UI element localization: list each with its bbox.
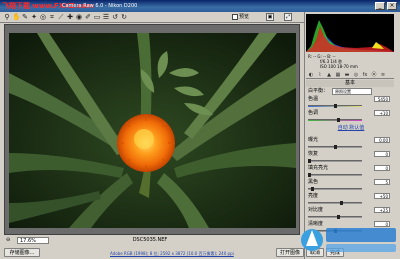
slider-thumb[interactable] — [337, 215, 340, 219]
minimize-button[interactable]: _ — [375, 2, 385, 10]
slider-track[interactable] — [308, 160, 362, 162]
tab-basic-icon[interactable]: ◐ — [307, 71, 315, 79]
red-eye-icon[interactable]: ◉ — [75, 13, 83, 21]
flower-photo — [9, 33, 296, 228]
site-logo: 飞翔下载 www.FXXZ.com — [2, 2, 94, 10]
tab-camera-calibration-icon[interactable]: ⦿ — [370, 71, 378, 79]
slider-thumb[interactable] — [308, 159, 311, 163]
preview-image[interactable] — [9, 33, 296, 228]
slider-thumb[interactable] — [334, 145, 337, 149]
preview-label: 预览 — [239, 14, 250, 20]
slider-label: 黑色 — [308, 179, 319, 185]
slider-thumb[interactable] — [308, 173, 311, 177]
slider-track[interactable] — [308, 174, 362, 176]
slider-thumb[interactable] — [340, 201, 343, 205]
window-title: Camera Raw 6.0 - Nikon D200 — [62, 3, 138, 9]
default-values-link[interactable]: 默认值 — [349, 125, 364, 131]
iso-readout: ISO 100 18-70 mm — [320, 64, 358, 69]
zoom-select[interactable]: 17.6% — [17, 237, 49, 244]
tab-lens-icon[interactable]: ◎ — [352, 71, 360, 79]
slider-track[interactable] — [308, 202, 362, 204]
auto-link[interactable]: 自动 — [338, 125, 348, 131]
graduated-filter-icon[interactable]: ▭ — [93, 13, 101, 21]
slider-track[interactable] — [308, 216, 362, 218]
slider-label: 亮度 — [308, 193, 319, 199]
spot-removal-icon[interactable]: ✚ — [66, 13, 74, 21]
slider-value-field[interactable]: 5450 — [374, 96, 390, 102]
slider-thumb[interactable] — [334, 104, 337, 108]
rotate-right-icon[interactable]: ↻ — [120, 13, 128, 21]
color-sampler-icon[interactable]: ✦ — [30, 13, 38, 21]
tab-hsl-icon[interactable]: ▦ — [334, 71, 342, 79]
shadow-clip-icon[interactable]: ▣ — [266, 13, 274, 21]
tab-detail-icon[interactable]: ▲ — [325, 71, 333, 79]
zoom-minus-icon[interactable]: ⊖ — [6, 237, 15, 244]
preview-checkbox[interactable] — [232, 14, 238, 20]
default-link[interactable]: 自动 默认值 — [336, 125, 366, 132]
hand-tool-icon[interactable]: ✋ — [12, 13, 21, 21]
slider-label: 曝光 — [308, 137, 319, 143]
preferences-icon[interactable]: ☰ — [102, 13, 110, 21]
rotate-left-icon[interactable]: ↺ — [111, 13, 119, 21]
slider-thumb[interactable] — [311, 187, 314, 191]
white-balance-label: 白平衡： — [308, 88, 329, 94]
panel-title: 基本 — [306, 80, 394, 87]
white-balance-tool-icon[interactable]: ✎ — [21, 13, 29, 21]
slider-value-field[interactable]: 0 — [374, 165, 390, 171]
adjustment-brush-icon[interactable]: ✐ — [84, 13, 92, 21]
targeted-adjust-icon[interactable]: ◎ — [39, 13, 47, 21]
white-balance-select[interactable]: 原照设置 — [332, 88, 372, 95]
close-button[interactable]: × — [387, 2, 397, 10]
save-image-button[interactable]: 存储图像... — [4, 248, 40, 257]
slider-value-field[interactable]: 5 — [374, 179, 390, 185]
tab-presets-icon[interactable]: ≡ — [379, 71, 387, 79]
crop-tool-icon[interactable]: ⌗ — [48, 13, 56, 21]
slider-value-field[interactable]: 0.00 — [374, 137, 390, 143]
slider-label: 对比度 — [308, 207, 324, 213]
histogram-graph — [306, 20, 394, 52]
slider-thumb[interactable] — [337, 118, 340, 122]
tab-split-toning-icon[interactable]: ▬ — [343, 71, 351, 79]
slider-label: 填充亮光 — [308, 165, 329, 171]
slider-value-field[interactable]: +10 — [374, 110, 390, 116]
workflow-options-link[interactable]: Adobe RGB (1998); 8 位; 2592 x 3872 (10.0… — [110, 250, 260, 257]
slider-value-field[interactable]: 0 — [374, 151, 390, 157]
tab-effects-icon[interactable]: fx — [361, 71, 369, 79]
slider-value-field[interactable]: +50 — [374, 193, 390, 199]
tab-tone-curve-icon[interactable]: ⌇ — [316, 71, 324, 79]
slider-value-field[interactable]: +25 — [374, 207, 390, 213]
watermark-logo — [300, 222, 400, 259]
slider-label: 色温 — [308, 96, 319, 102]
slider-label: 恢复 — [308, 151, 319, 157]
filename-label: DSC5035.NEF — [132, 237, 168, 243]
slider-track[interactable] — [308, 119, 362, 121]
fullscreen-icon[interactable]: ⤢ — [284, 13, 292, 21]
slider-track[interactable] — [308, 188, 362, 190]
zoom-tool-icon[interactable]: ⚲ — [3, 13, 11, 21]
straighten-tool-icon[interactable]: ⟋ — [57, 13, 65, 21]
histogram — [306, 14, 394, 52]
slider-label: 色调 — [308, 110, 319, 116]
